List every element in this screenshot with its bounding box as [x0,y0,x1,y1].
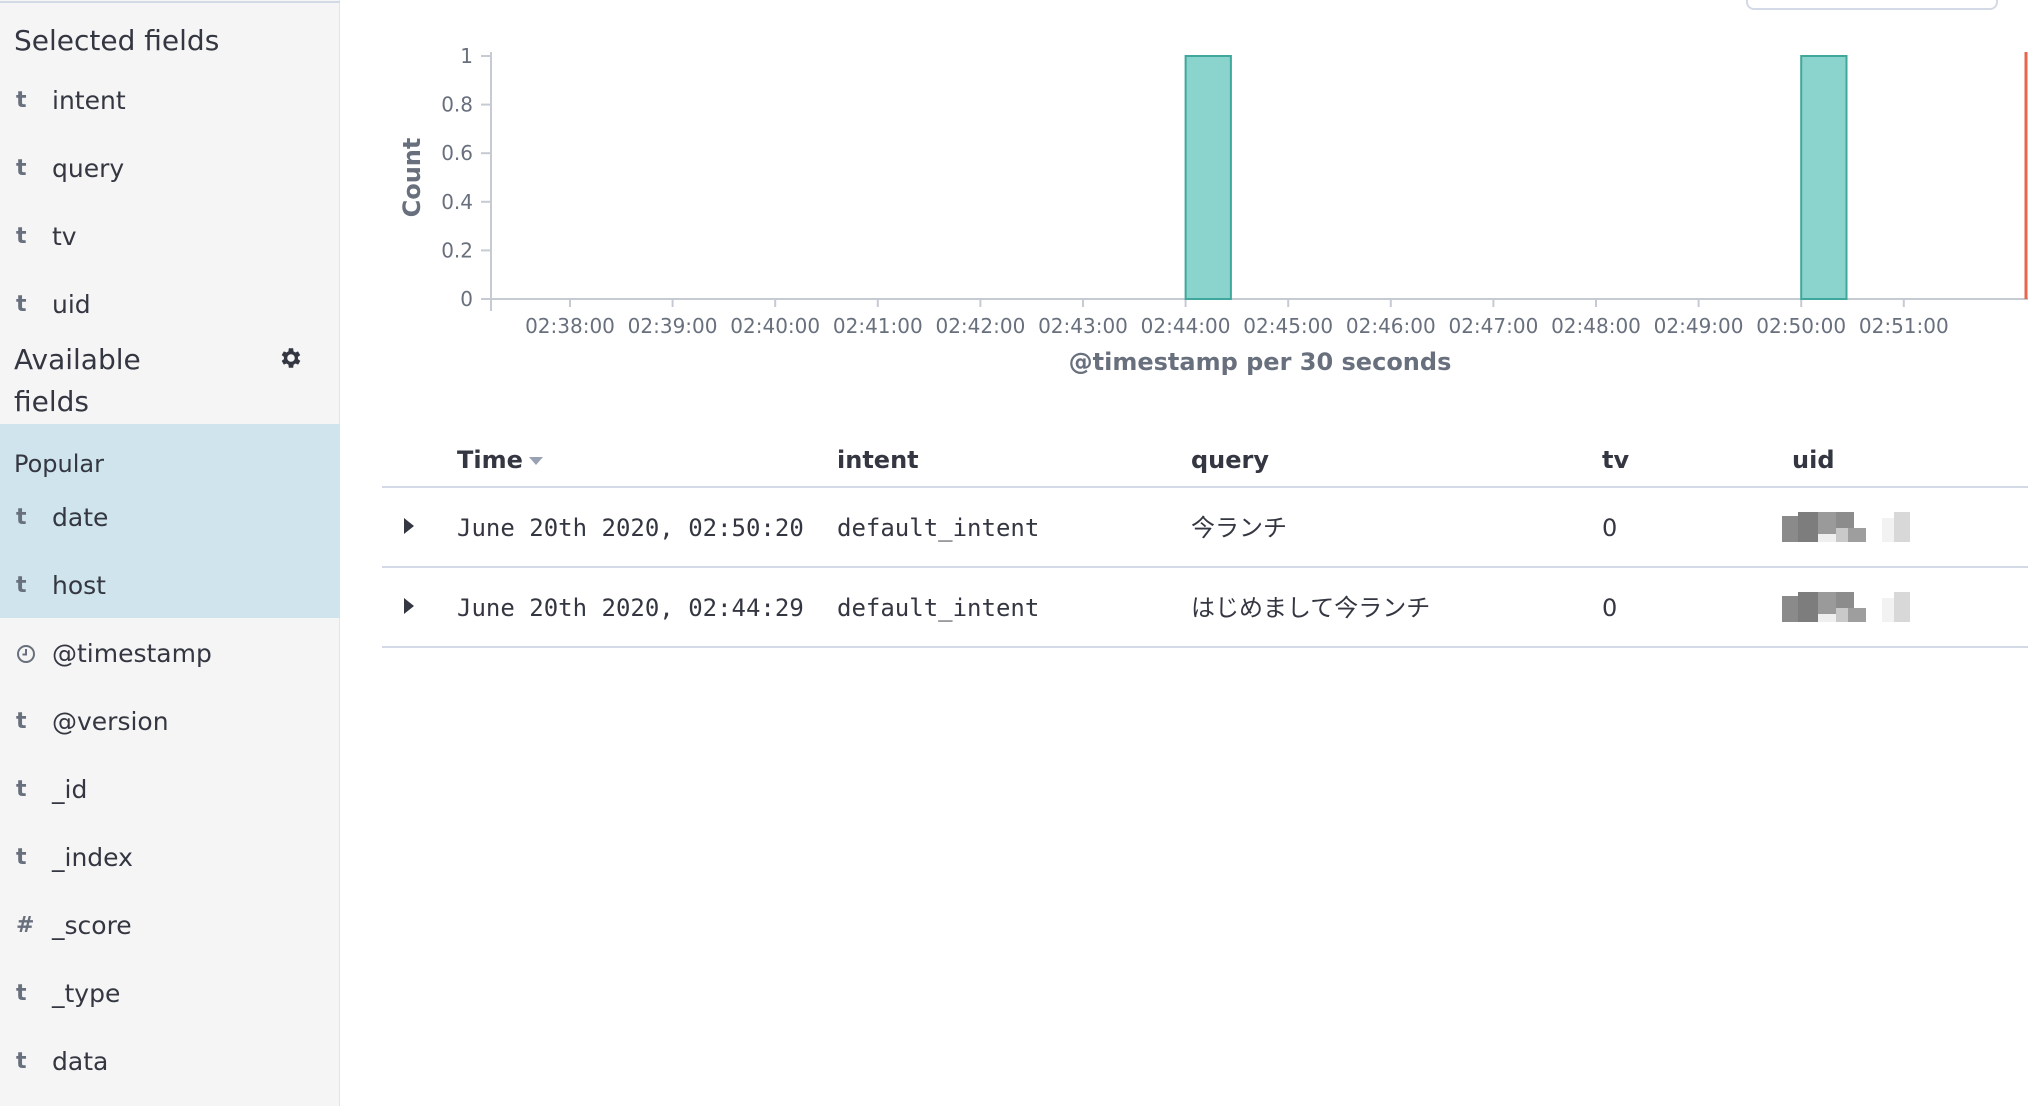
field-name: date [52,502,109,532]
string-type-icon: t [16,1048,27,1074]
field-name: @timestamp [52,638,212,668]
y-tick-label: 0.2 [441,238,473,262]
field-name: intent [52,85,126,115]
available-fields-title: Available fields [14,339,141,423]
x-tick-label: 02:38:00 [525,314,615,338]
y-tick-label: 0.8 [441,93,473,117]
y-axis-title: Count [398,138,426,218]
histogram-bar [1184,55,1232,300]
field-name: _index [52,842,133,872]
expand-row-icon[interactable] [404,518,414,534]
redacted-uid [1782,592,1910,622]
cell-time: June 20th 2020, 02:44:29 [457,594,804,622]
popular-field-date[interactable]: t date [0,483,340,551]
cell-tv: 0 [1602,514,1618,542]
redacted-uid [1782,512,1910,542]
selected-field-intent[interactable]: t intent [0,66,340,134]
table-header: Time intent query tv uid [382,430,2028,488]
field-timestamp[interactable]: @timestamp [0,619,340,687]
expand-row-icon[interactable] [404,598,414,614]
x-tick-label: 02:44:00 [1141,314,1231,338]
field-name: _id [52,774,88,804]
x-tick-label: 02:41:00 [833,314,923,338]
selected-field-tv[interactable]: t tv [0,202,340,270]
x-tick-label: 02:48:00 [1551,314,1641,338]
x-tick-label: 02:47:00 [1448,314,1538,338]
cell-intent: default_intent [837,594,1040,622]
x-tick-label: 02:39:00 [628,314,718,338]
string-type-icon: t [16,504,27,530]
y-tick-label: 0.4 [441,190,473,214]
field-name: data [52,1046,109,1076]
x-tick-label: 02:51:00 [1859,314,1949,338]
selected-field-query[interactable]: t query [0,134,340,202]
field-index[interactable]: t _index [0,823,340,891]
column-header-label: Time [457,446,523,474]
cell-query: 今ランチ [1191,514,1287,542]
field-name: _score [52,910,132,940]
time-picker-popover-edge [1746,0,1998,10]
column-header-query[interactable]: query [1191,440,1269,480]
string-type-icon: t [16,87,27,113]
field-name: _type [52,978,121,1008]
cell-intent: default_intent [837,514,1040,542]
histogram-chart: 0 0.2 0.4 0.6 0.8 1 02:38:00 02:39:00 02:40:00 02… [398,44,2028,376]
clock-icon [0,641,52,666]
string-type-icon: t [16,291,27,317]
field-id[interactable]: t _id [0,755,340,823]
string-type-icon: t [16,223,27,249]
cell-time: June 20th 2020, 02:50:20 [457,514,804,542]
string-type-icon: t [16,980,27,1006]
y-tick-label: 1 [460,44,473,68]
field-sidebar: Selected fields t intent t query t tv t … [0,0,340,1106]
string-type-icon: t [16,776,27,802]
field-name: tv [52,221,77,251]
string-type-icon: t [16,155,27,181]
x-tick-label: 02:40:00 [730,314,820,338]
column-header-tv[interactable]: tv [1602,440,1629,480]
sort-down-icon[interactable] [528,457,543,465]
field-name: uid [52,289,91,319]
field-type[interactable]: t _type [0,959,340,1027]
popular-label: Popular [14,450,104,478]
x-tick-label: 02:42:00 [935,314,1025,338]
field-data[interactable]: t data [0,1027,340,1095]
cell-query: はじめまして今ランチ [1191,594,1431,622]
x-tick-label: 02:43:00 [1038,314,1128,338]
string-type-icon: t [16,572,27,598]
histogram-bar [1800,55,1848,300]
table-row[interactable]: June 20th 2020, 02:44:29 default_intent … [382,568,2028,648]
string-type-icon: t [16,844,27,870]
field-version[interactable]: t @version [0,687,340,755]
x-axis-title: @timestamp per 30 seconds [1069,348,1452,376]
number-type-icon: # [16,912,35,938]
column-header-uid[interactable]: uid [1792,440,1835,480]
x-tick-label: 02:45:00 [1243,314,1333,338]
available-title-line2: fields [14,385,90,418]
available-title-line1: Available [14,343,141,376]
documents-table: Time intent query tv uid June 20th 2020,… [382,430,2028,648]
selected-field-uid[interactable]: t uid [0,270,340,338]
field-score[interactable]: # _score [0,891,340,959]
cell-tv: 0 [1602,594,1618,622]
field-name: @version [52,706,169,736]
string-type-icon: t [16,708,27,734]
y-tick-label: 0 [460,287,473,311]
x-tick-label: 02:50:00 [1756,314,1846,338]
selected-fields-title: Selected fields [14,24,220,57]
table-row[interactable]: June 20th 2020, 02:50:20 default_intent … [382,488,2028,568]
y-tick-label: 0.6 [441,141,473,165]
column-header-intent[interactable]: intent [837,440,919,480]
column-header-time[interactable]: Time [457,440,543,480]
sidebar-top-divider [0,0,340,3]
x-tick-label: 02:46:00 [1346,314,1436,338]
field-name: host [52,570,106,600]
popular-field-host[interactable]: t host [0,551,340,619]
field-name: query [52,153,125,183]
gear-icon[interactable] [278,345,304,371]
x-tick-label: 02:49:00 [1654,314,1744,338]
